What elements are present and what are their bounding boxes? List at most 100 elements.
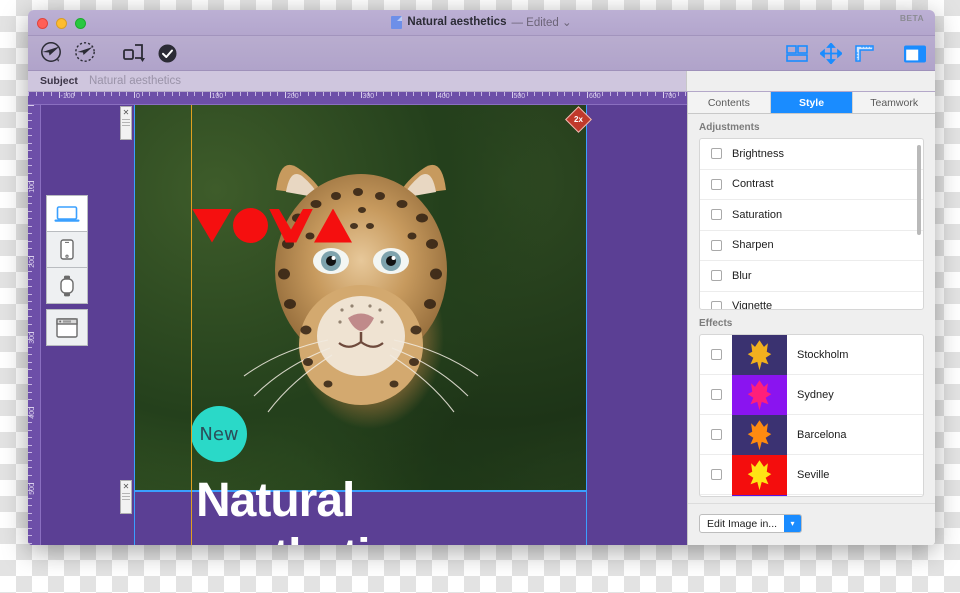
effect-row[interactable]: Barcelona: [700, 414, 923, 455]
tab-teamwork[interactable]: Teamwork: [853, 92, 935, 113]
ruler-tick: [28, 233, 32, 235]
send-plane-dashed-icon[interactable]: [74, 42, 98, 64]
ruler-tick: [405, 92, 407, 96]
ruler-tick: [28, 520, 32, 522]
device-phone[interactable]: [46, 231, 88, 268]
ruler-label: 400: [29, 407, 36, 419]
effects-list[interactable]: Stockholm Sydney Barcelona Seville Lisbon: [699, 334, 924, 497]
checkbox-vignette[interactable]: [711, 300, 722, 309]
window-title-text: Natural aesthetics: [407, 16, 507, 28]
ruler-tick: [224, 92, 226, 96]
vowa-logo[interactable]: [192, 208, 352, 243]
resize-handle-top[interactable]: ✕: [120, 106, 132, 140]
window-title-edited[interactable]: — Edited ⌄: [511, 15, 571, 29]
ruler-tick: [28, 278, 32, 280]
ruler-tick: [28, 150, 32, 152]
ruler-tick: [413, 92, 415, 96]
effect-thumbnail-shape: [747, 420, 772, 451]
adjustment-row[interactable]: Contrast: [700, 170, 923, 200]
effect-row[interactable]: Stockholm: [700, 335, 923, 375]
adjustments-list[interactable]: Brightness Contrast Saturation Sharpen Blur V…: [699, 138, 924, 310]
artboard[interactable]: New Natural aesthetics: [134, 105, 587, 545]
subject-input[interactable]: Natural aesthetics: [89, 75, 181, 87]
ruler-tick: [564, 92, 566, 96]
ruler-tick: [541, 92, 543, 96]
adjustments-scrollbar[interactable]: [917, 145, 921, 235]
checkbox-contrast[interactable]: [711, 178, 722, 190]
approved-check-icon[interactable]: [158, 44, 177, 63]
guide-left-blue[interactable]: [134, 105, 135, 545]
adjustment-row[interactable]: Brightness: [700, 139, 923, 170]
device-watch[interactable]: [46, 267, 88, 304]
checkbox-sharpen[interactable]: [711, 239, 722, 251]
ruler-tick: [503, 92, 505, 96]
ruler-tick: [383, 92, 385, 96]
effect-row[interactable]: Sydney: [700, 374, 923, 415]
adjustment-row[interactable]: Saturation: [700, 200, 923, 231]
logo-shape-o: [233, 208, 268, 243]
panel-tabs[interactable]: Contents Style Teamwork: [688, 92, 935, 114]
ruler-tick: [96, 92, 98, 96]
chevron-down-icon[interactable]: ▾: [784, 515, 802, 532]
device-browser[interactable]: [46, 309, 88, 346]
ruler-tick: [534, 92, 536, 96]
new-badge[interactable]: New: [191, 406, 247, 462]
logo-shape-a: [314, 208, 352, 243]
beta-badge: BETA: [899, 13, 924, 23]
ruler-tick: [28, 369, 32, 371]
inspector-panel-icon[interactable]: [903, 44, 927, 64]
checkbox-seville[interactable]: [711, 469, 722, 480]
ruler-tick: [549, 92, 551, 96]
resize-handle-bottom[interactable]: ✕: [120, 480, 132, 514]
checkbox-saturation[interactable]: [711, 209, 722, 221]
device-switcher[interactable]: [46, 195, 88, 346]
ruler-label: 300: [362, 93, 375, 100]
checkbox-barcelona[interactable]: [711, 429, 722, 440]
move-arrows-icon[interactable]: [820, 43, 842, 64]
grip-icon[interactable]: [122, 493, 130, 502]
effect-row[interactable]: Lisbon: [700, 494, 923, 496]
adjustment-label: Blur: [732, 269, 752, 282]
vertical-ruler[interactable]: 100 200 300 400 500: [28, 105, 41, 545]
layout-grid-icon[interactable]: [786, 44, 808, 63]
checkbox-brightness[interactable]: [711, 148, 722, 160]
tab-style[interactable]: Style: [770, 92, 854, 113]
ruler-tick: [28, 142, 32, 144]
adjustments-title: Adjustments: [699, 122, 760, 133]
ruler-tick: [269, 92, 271, 96]
ruler-tick: [194, 92, 196, 96]
edit-image-in-dropdown[interactable]: Edit Image in... ▾: [699, 514, 803, 533]
ruler-corner-icon[interactable]: [854, 44, 875, 63]
adjustment-row[interactable]: Vignette: [700, 292, 923, 309]
grip-icon[interactable]: [122, 119, 130, 128]
adjustment-row[interactable]: Blur: [700, 261, 923, 292]
publish-stack-icon[interactable]: [122, 42, 148, 64]
guide-right-blue[interactable]: [586, 105, 587, 545]
tab-label: Contents: [707, 96, 750, 109]
device-desktop[interactable]: [46, 195, 88, 232]
horizontal-ruler[interactable]: -100 0 100 200 300 400 500 600 700: [28, 92, 687, 105]
effect-thumbnail-shape: [747, 460, 772, 491]
ruler-tick: [639, 92, 641, 96]
ruler-tick: [28, 542, 32, 544]
checkbox-stockholm[interactable]: [711, 349, 722, 360]
effect-row[interactable]: Seville: [700, 454, 923, 495]
checkbox-blur[interactable]: [711, 270, 722, 282]
ruler-tick: [28, 361, 32, 363]
effect-thumbnail: [732, 454, 787, 495]
ruler-tick: [28, 286, 32, 288]
close-icon[interactable]: ✕: [123, 483, 130, 491]
headline-text[interactable]: Natural: [196, 473, 355, 528]
checkbox-sydney[interactable]: [711, 389, 722, 400]
guide-orange[interactable]: [191, 105, 192, 545]
ruler-tick: [28, 512, 32, 514]
design-canvas[interactable]: -100 0 100 200 300 400 500 600 700 100 200 300 400 5…: [28, 92, 687, 545]
ruler-tick: [277, 92, 279, 96]
tab-contents[interactable]: Contents: [688, 92, 771, 113]
ruler-label: 500: [513, 93, 526, 100]
effect-thumbnail: [732, 374, 787, 415]
headline-text-2[interactable]: aesthetics: [196, 529, 422, 545]
close-icon[interactable]: ✕: [123, 109, 130, 117]
send-plane-icon[interactable]: [40, 42, 64, 64]
adjustment-row[interactable]: Sharpen: [700, 231, 923, 261]
